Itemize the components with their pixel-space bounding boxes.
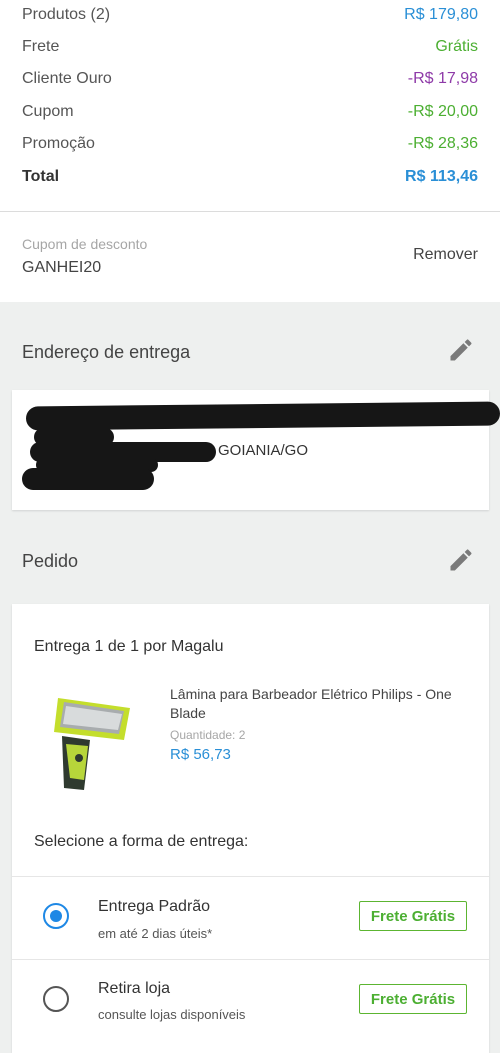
- product-image: [54, 698, 130, 790]
- frete-gratis-badge: Frete Grátis: [359, 984, 467, 1014]
- total-value: R$ 113,46: [405, 168, 478, 185]
- divider: [12, 876, 489, 877]
- summary-label: Frete: [22, 38, 60, 55]
- delivery-title: Entrega 1 de 1 por Magalu: [34, 638, 224, 655]
- address-city: GOIANIA/GO: [218, 442, 309, 459]
- option-name[interactable]: Entrega Padrão: [98, 898, 210, 916]
- summary-row-cliente-ouro: Cliente Ouro -R$ 17,98: [22, 67, 478, 91]
- summary-row-produtos: Produtos (2) R$ 179,80: [22, 3, 478, 27]
- product-price: R$ 56,73: [170, 746, 231, 763]
- summary-row-frete: Frete Grátis: [22, 35, 478, 59]
- summary-row-cupom: Cupom -R$ 20,00: [22, 100, 478, 124]
- summary-value: -R$ 28,36: [407, 135, 478, 152]
- coupon-code: GANHEI20: [22, 259, 102, 276]
- summary-value: -R$ 20,00: [407, 103, 478, 120]
- redacted-address-mark: [22, 468, 154, 490]
- remove-coupon-button[interactable]: Remover: [413, 246, 478, 264]
- summary-label: Cupom: [22, 103, 74, 120]
- product-name[interactable]: Lâmina para Barbeador Elétrico Philips -…: [170, 685, 470, 723]
- address-section-title: Endereço de entrega: [22, 342, 191, 362]
- summary-label: Produtos (2): [22, 6, 111, 23]
- order-summary: Produtos (2) R$ 179,80 Frete Grátis Clie…: [0, 0, 500, 212]
- delivery-method-label: Selecione a forma de entrega:: [34, 833, 249, 850]
- order-section-title: Pedido: [22, 551, 79, 571]
- summary-row-promocao: Promoção -R$ 28,36: [22, 132, 478, 156]
- pencil-icon[interactable]: [447, 546, 475, 574]
- redacted-address-mark: [25, 401, 500, 431]
- summary-value: Grátis: [435, 38, 478, 55]
- option-name[interactable]: Retira loja: [98, 980, 170, 998]
- pencil-icon[interactable]: [447, 336, 475, 364]
- divider: [12, 959, 489, 960]
- radio-entrega-padrao[interactable]: [43, 903, 69, 929]
- summary-label: Promoção: [22, 135, 95, 152]
- summary-value: -R$ 17,98: [407, 70, 478, 87]
- summary-label: Cliente Ouro: [22, 70, 112, 87]
- coupon-label: Cupom de desconto: [22, 236, 148, 252]
- option-subtitle: em até 2 dias úteis*: [98, 926, 213, 941]
- radio-retira-loja[interactable]: [43, 986, 69, 1012]
- option-subtitle: consulte lojas disponíveis: [98, 1007, 246, 1022]
- total-label: Total: [22, 168, 60, 185]
- summary-value: R$ 179,80: [404, 6, 478, 23]
- product-quantity: Quantidade: 2: [170, 728, 246, 742]
- summary-row-total: Total R$ 113,46: [22, 165, 478, 189]
- frete-gratis-badge: Frete Grátis: [359, 901, 467, 931]
